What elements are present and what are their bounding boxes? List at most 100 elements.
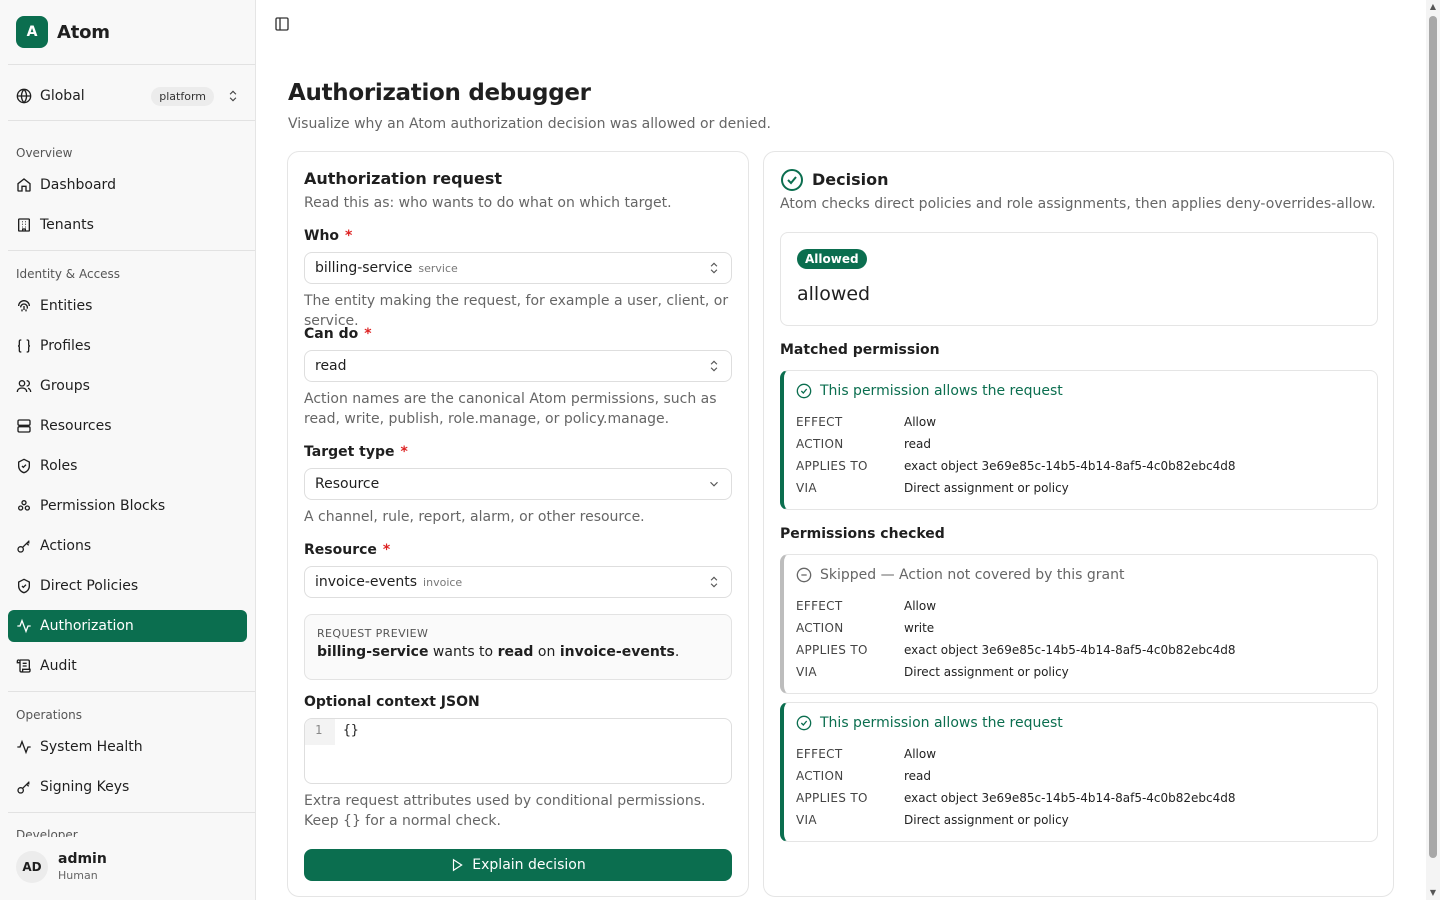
- request-title: Authorization request: [304, 169, 502, 188]
- required-mark: *: [345, 228, 353, 244]
- nav-item-tenants[interactable]: Tenants: [8, 209, 247, 241]
- scope-selector[interactable]: Global platform: [8, 80, 248, 112]
- decision-subtitle: Atom checks direct policies and role ass…: [780, 196, 1376, 212]
- divider: [8, 64, 255, 65]
- brand-logo: A: [16, 16, 48, 48]
- who-help: The entity making the request, for examp…: [304, 293, 729, 329]
- shield-check-icon: [18, 458, 30, 474]
- target-type-select[interactable]: Resource: [304, 468, 732, 500]
- perm-row-via: VIA Direct assignment or policy: [796, 665, 1069, 679]
- who-value: billing-service: [315, 260, 413, 276]
- building-icon: [18, 218, 30, 232]
- nav-label: Permission Blocks: [40, 498, 166, 514]
- sidebar: A Atom Global platform Overview Dashboar…: [0, 0, 256, 900]
- divider: [8, 812, 255, 813]
- who-select[interactable]: billing-service service: [304, 252, 732, 284]
- user-role: Human: [58, 869, 98, 882]
- cando-help: Action names are the canonical Atom perm…: [304, 391, 717, 427]
- perm-row-applies: APPLIES TO exact object 3e69e85c-14b5-4b1…: [796, 643, 1236, 657]
- explain-decision-button[interactable]: Explain decision: [304, 849, 732, 881]
- cando-select[interactable]: read: [304, 350, 732, 382]
- page-scrollbar[interactable]: ▲ ▼: [1426, 0, 1440, 900]
- nav-item-profiles[interactable]: Profiles: [8, 330, 247, 362]
- resource-select[interactable]: invoice-events invoice: [304, 566, 732, 598]
- decision-result: Allowed allowed: [780, 232, 1378, 326]
- nav-label: Signing Keys: [40, 779, 130, 795]
- context-label: Optional context JSON: [304, 694, 480, 710]
- scope-badge: platform: [151, 86, 214, 106]
- nav-item-authorization[interactable]: Authorization: [8, 610, 247, 642]
- required-mark: *: [364, 326, 372, 342]
- context-json-editor[interactable]: 1 {}: [304, 718, 732, 784]
- divider: [8, 120, 255, 121]
- main-content: Authorization debugger Visualize why an …: [256, 0, 1426, 900]
- nav-item-permission-blocks[interactable]: Permission Blocks: [8, 490, 247, 522]
- brand-name: Atom: [57, 21, 110, 43]
- nav-item-direct-policies[interactable]: Direct Policies: [8, 570, 247, 602]
- braces-icon: [17, 339, 31, 353]
- nav-item-dashboard[interactable]: Dashboard: [8, 169, 247, 201]
- preview-label: REQUEST PREVIEW: [317, 627, 429, 640]
- nav-label: Profiles: [40, 338, 91, 354]
- perm-head: This permission allows the request: [796, 715, 1063, 731]
- nav-label: System Health: [40, 739, 143, 755]
- group-title-developer: Developer: [16, 829, 78, 837]
- users-icon: [16, 380, 32, 393]
- scroll-icon: [16, 659, 31, 673]
- minus-circle-icon: [796, 567, 812, 583]
- perm-row-via: VIA Direct assignment or policy: [796, 481, 1069, 495]
- target-help: A channel, rule, report, alarm, or other…: [304, 509, 645, 525]
- explain-label: Explain decision: [472, 857, 586, 873]
- perm-row-via: VIA Direct assignment or policy: [796, 813, 1069, 827]
- avatar: AD: [16, 851, 48, 883]
- perm-row-effect: EFFECT Allow: [796, 415, 937, 429]
- nav-item-audit[interactable]: Audit: [8, 650, 247, 682]
- target-label: Target type *: [304, 444, 408, 460]
- perm-row-applies: APPLIES TO exact object 3e69e85c-14b5-4b1…: [796, 791, 1236, 805]
- scroll-down-arrow-icon[interactable]: ▼: [1429, 889, 1437, 897]
- cando-value: read: [315, 358, 347, 374]
- user-menu[interactable]: AD admin Human: [8, 842, 248, 892]
- resource-label: Resource *: [304, 542, 391, 558]
- group-title-identity: Identity & Access: [16, 267, 121, 281]
- key-icon: [17, 781, 30, 794]
- nav-label: Dashboard: [40, 177, 116, 193]
- key-icon: [17, 540, 30, 553]
- chevron-down-icon: [710, 481, 718, 487]
- nav-label: Audit: [40, 658, 77, 674]
- nav-item-roles[interactable]: Roles: [8, 450, 247, 482]
- nav-label: Entities: [40, 298, 93, 314]
- brand[interactable]: A Atom: [16, 16, 110, 48]
- scroll-up-arrow-icon[interactable]: ▲: [1429, 3, 1437, 11]
- nav-item-groups[interactable]: Groups: [8, 370, 247, 402]
- perm-row-action: ACTION write: [796, 621, 935, 635]
- cando-label: Can do *: [304, 326, 372, 342]
- request-subtitle: Read this as: who wants to do what on wh…: [304, 195, 672, 211]
- status-badge: Allowed: [797, 249, 867, 269]
- nav-item-actions[interactable]: Actions: [8, 530, 247, 562]
- who-sub: service: [418, 261, 458, 275]
- nav-item-entities[interactable]: Entities: [8, 290, 247, 322]
- target-value: Resource: [315, 476, 380, 492]
- decision-card: Decision Atom checks direct policies and…: [763, 151, 1394, 897]
- fingerprint-icon: [18, 300, 30, 312]
- perm-head: Skipped — Action not covered by this gra…: [796, 567, 1125, 583]
- matched-permission: This permission allows the request EFFEC…: [780, 370, 1378, 510]
- scope-label: Global: [40, 88, 85, 104]
- required-mark: *: [382, 542, 391, 558]
- nav-item-system-health[interactable]: System Health: [8, 731, 247, 763]
- chevrons-up-down-icon: [229, 90, 237, 102]
- group-title-operations: Operations: [16, 708, 82, 722]
- check-circle-icon: [796, 715, 812, 731]
- shield-icon: [18, 578, 30, 594]
- decision-result-text: allowed: [797, 283, 871, 305]
- checked-permission: This permission allows the request EFFEC…: [780, 702, 1378, 842]
- home-icon: [17, 178, 31, 192]
- nav-item-resources[interactable]: Resources: [8, 410, 247, 442]
- perm-head: This permission allows the request: [796, 383, 1063, 399]
- page-subtitle: Visualize why an Atom authorization deci…: [288, 116, 771, 132]
- nav-item-signing-keys[interactable]: Signing Keys: [8, 771, 247, 803]
- nav-label: Direct Policies: [40, 578, 139, 594]
- scroll-thumb[interactable]: [1429, 16, 1437, 858]
- sidebar-toggle-icon[interactable]: [274, 16, 290, 32]
